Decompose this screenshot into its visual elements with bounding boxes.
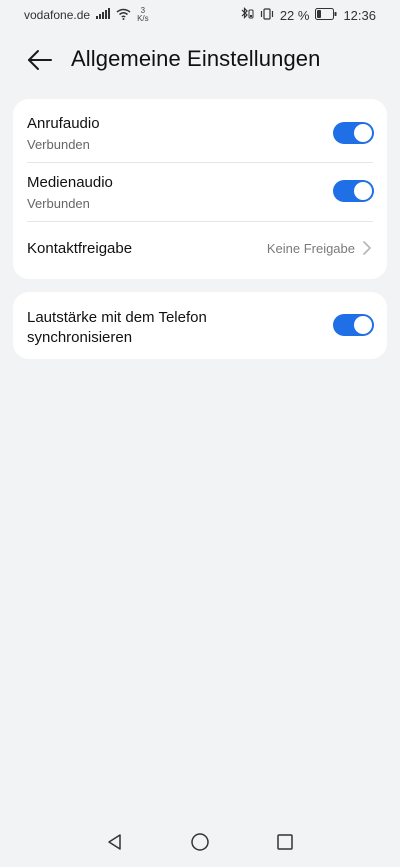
carrier-name: vodafone.de [24, 8, 91, 22]
nav-back-button[interactable] [102, 829, 128, 855]
media-audio-toggle[interactable] [333, 180, 374, 202]
call-audio-status: Verbunden [27, 137, 90, 152]
wifi-icon [116, 8, 131, 23]
chevron-right-icon [363, 241, 371, 255]
bluetooth-battery-icon [240, 7, 254, 23]
network-speed-unit: K/s [137, 14, 149, 23]
network-speed: 3 K/s [137, 7, 149, 23]
toggle-knob [354, 182, 372, 200]
status-right: 22 % 12:36 [240, 7, 376, 23]
arrow-left-icon [28, 50, 52, 70]
toggle-knob [354, 316, 372, 334]
nav-recents-button[interactable] [272, 829, 298, 855]
contact-sharing-title: Kontaktfreigabe [27, 240, 133, 257]
triangle-back-icon [108, 834, 121, 850]
nav-home-button[interactable] [187, 829, 213, 855]
volume-sync-title: Lautstärke mit dem Telefon synchronisier… [27, 309, 207, 346]
battery-icon [315, 7, 337, 23]
vibrate-icon [260, 7, 274, 23]
square-recents-icon [277, 834, 293, 850]
row-media-audio[interactable]: Medienaudio Verbunden [13, 163, 387, 221]
screen: vodafone.de 3 K/s 22 % 12:36 Allgemeine … [0, 0, 400, 867]
settings-card-volume: Lautstärke mit dem Telefon synchronisier… [13, 292, 387, 359]
status-bar: vodafone.de 3 K/s 22 % 12:36 [0, 0, 400, 30]
row-call-audio[interactable]: Anrufaudio Verbunden [13, 99, 387, 161]
clock: 12:36 [343, 7, 376, 23]
media-audio-title: Medienaudio [27, 174, 113, 191]
contact-sharing-value: Keine Freigabe [266, 241, 355, 256]
media-audio-status: Verbunden [27, 196, 90, 211]
volume-sync-toggle[interactable] [333, 314, 374, 336]
toggle-knob [354, 124, 372, 142]
call-audio-toggle[interactable] [333, 122, 374, 144]
row-volume-sync[interactable]: Lautstärke mit dem Telefon synchronisier… [13, 292, 387, 359]
navigation-bar [0, 817, 400, 867]
row-contact-sharing[interactable]: Kontaktfreigabe Keine Freigabe [13, 222, 387, 279]
status-left: vodafone.de 3 K/s [24, 7, 149, 23]
battery-percent: 22 % [279, 7, 310, 23]
signal-icon [96, 8, 111, 22]
call-audio-title: Anrufaudio [27, 115, 100, 132]
circle-home-icon [191, 833, 209, 851]
page-title: Allgemeine Einstellungen [71, 46, 321, 71]
header: Allgemeine Einstellungen [0, 40, 400, 80]
settings-card-audio: Anrufaudio Verbunden Medienaudio Verbund… [13, 99, 387, 279]
back-button[interactable] [20, 44, 60, 76]
